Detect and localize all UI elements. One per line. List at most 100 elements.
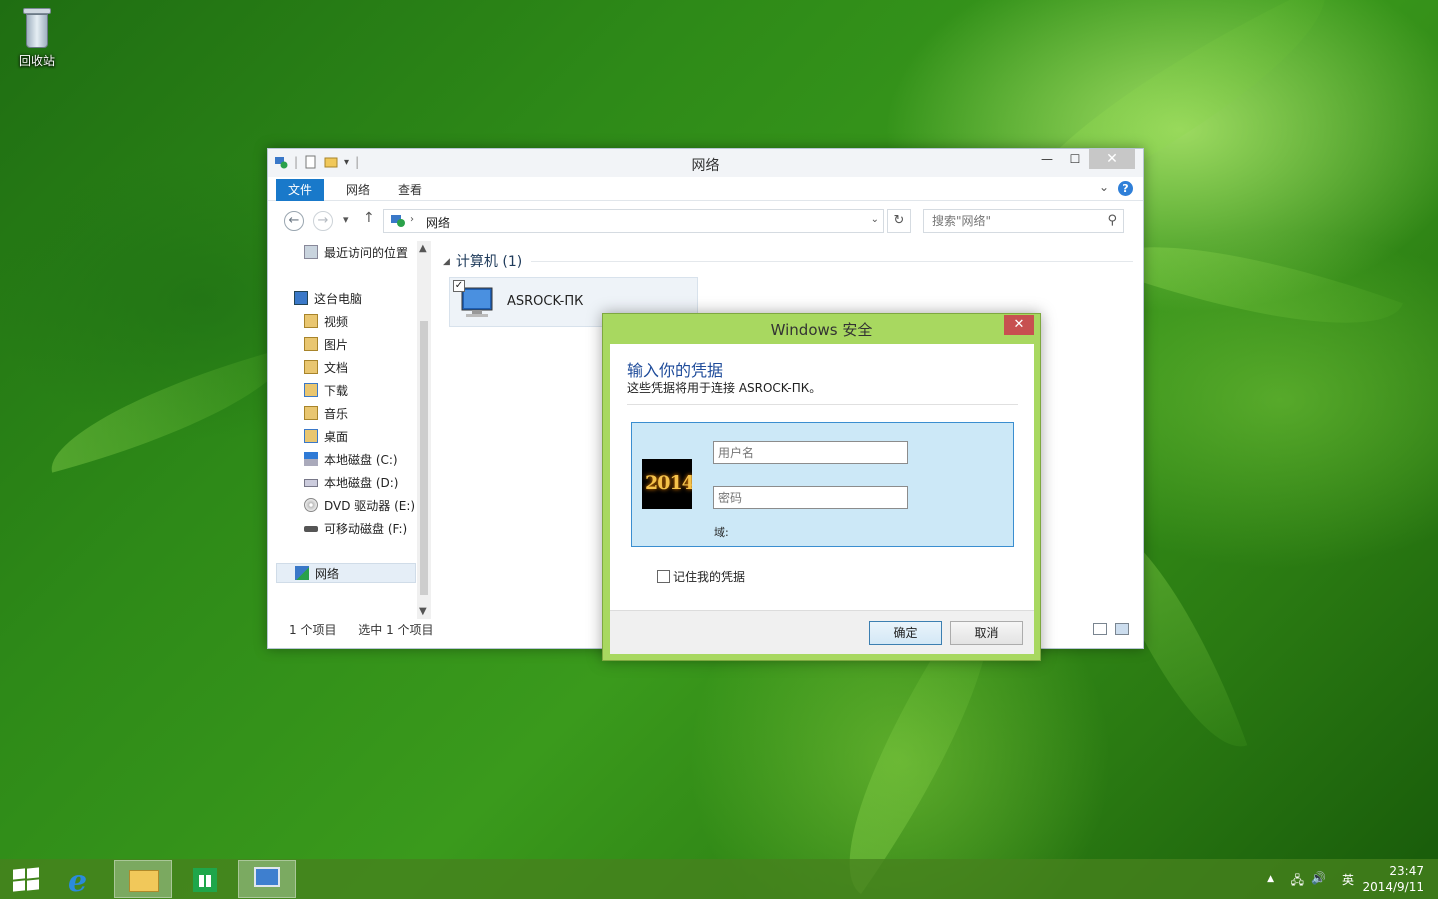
nav-item-downloads[interactable]: 下载 — [304, 381, 348, 401]
network-icon — [391, 215, 405, 227]
nav-item-local-disk-d[interactable]: 本地磁盘 (D:) — [304, 473, 398, 493]
remember-credentials[interactable]: 记住我的凭据 — [657, 568, 745, 585]
nav-item-this-pc[interactable]: 这台电脑 — [294, 289, 362, 309]
network-computer-icon — [254, 867, 280, 887]
nav-item-network[interactable]: 网络 — [276, 563, 416, 583]
recent-locations-icon[interactable]: ▾ — [343, 213, 349, 226]
start-button[interactable] — [0, 860, 58, 898]
pictures-folder-icon — [304, 337, 318, 351]
tab-network[interactable]: 网络 — [334, 179, 382, 201]
breadcrumb[interactable]: 网络 — [426, 214, 450, 231]
group-header[interactable]: ◢ 计算机 (1) — [443, 251, 1133, 271]
taskbar: e ▲ 🖧 🔊 英 23:47 2014/9/11 — [0, 859, 1438, 899]
dialog-subtitle: 这些凭据将用于连接 ASROCK-ПК。 — [627, 381, 822, 395]
store-icon — [193, 868, 217, 892]
scroll-up-icon[interactable]: ▲ — [419, 243, 427, 254]
close-button[interactable]: ✕ — [1089, 149, 1135, 169]
item-count: 1 个项目 — [289, 623, 337, 637]
tab-view[interactable]: 查看 — [386, 179, 434, 201]
search-icon[interactable]: ⚲ — [1107, 213, 1117, 228]
tab-file[interactable]: 文件 — [276, 179, 325, 201]
address-dropdown-icon[interactable]: ⌄ — [871, 214, 879, 225]
large-icons-view-icon[interactable] — [1115, 623, 1129, 635]
remember-label: 记住我的凭据 — [673, 570, 746, 584]
dialog-heading: 输入你的凭据 — [627, 361, 724, 380]
collapse-arrow-icon[interactable]: ◢ — [443, 257, 450, 267]
forward-button[interactable]: → — [313, 211, 333, 231]
maximize-button[interactable]: ☐ — [1061, 149, 1089, 169]
music-folder-icon — [304, 406, 318, 420]
window-title: 网络 — [691, 158, 720, 174]
system-drive-icon — [304, 452, 318, 466]
taskbar-file-explorer[interactable] — [114, 860, 172, 898]
recycle-bin-label: 回收站 — [18, 54, 55, 68]
removable-drive-icon — [304, 526, 318, 532]
dialog-close-button[interactable]: ✕ — [1004, 315, 1034, 335]
clock-time: 23:47 — [1389, 864, 1424, 878]
ribbon: 文件 网络 查看 ⌄ ? — [268, 177, 1143, 201]
dvd-icon — [304, 498, 318, 512]
nav-item-dvd-drive[interactable]: DVD 驱动器 (E:) — [304, 496, 415, 516]
recent-places-icon — [304, 245, 318, 259]
clock[interactable]: 23:47 2014/9/11 — [1362, 863, 1424, 895]
selected-count: 选中 1 个项目 — [358, 623, 434, 637]
input-method-indicator[interactable]: 英 — [1342, 871, 1354, 888]
volume-icon[interactable]: 🔊 — [1311, 871, 1326, 885]
computer-icon — [294, 291, 308, 305]
hard-drive-icon — [304, 479, 318, 487]
show-hidden-icons-icon[interactable]: ▲ — [1267, 874, 1274, 884]
ok-button[interactable]: 确定 — [869, 621, 942, 645]
scroll-thumb[interactable] — [420, 321, 428, 595]
internet-explorer-icon: e — [68, 864, 88, 899]
back-button[interactable]: ← — [284, 211, 304, 231]
network-icon — [295, 566, 309, 580]
explorer-titlebar[interactable]: | ▾ | 网络 — ☐ ✕ — [268, 149, 1143, 177]
nav-item-desktop[interactable]: 桌面 — [304, 427, 348, 447]
computer-name: ASROCK-ПК — [507, 294, 584, 309]
nav-scrollbar[interactable]: ▲ ▼ — [417, 241, 431, 619]
search-input[interactable] — [924, 210, 1094, 232]
expand-ribbon-icon[interactable]: ⌄ — [1099, 180, 1109, 194]
details-view-icon[interactable] — [1093, 623, 1107, 635]
domain-label: 域: — [714, 526, 729, 539]
nav-item-music[interactable]: 音乐 — [304, 404, 348, 424]
avatar-year: 2014 — [645, 472, 692, 494]
remember-checkbox[interactable] — [657, 570, 670, 583]
navigation-pane: 最近访问的位置 这台电脑 视频 图片 文档 下载 音乐 桌面 本地磁盘 (C:)… — [276, 241, 431, 621]
username-input[interactable] — [714, 442, 907, 463]
dialog-title: Windows 安全 — [770, 321, 873, 339]
breadcrumb-separator-icon[interactable]: › — [410, 214, 414, 225]
item-checkbox[interactable]: ✓ — [453, 280, 465, 292]
nav-item-removable-disk[interactable]: 可移动磁盘 (F:) — [304, 519, 407, 539]
credential-tile[interactable]: 2014 域: — [631, 422, 1014, 547]
taskbar-internet-explorer[interactable]: e — [54, 860, 112, 899]
scroll-down-icon[interactable]: ▼ — [419, 606, 427, 617]
documents-folder-icon — [304, 360, 318, 374]
nav-item-recent-places[interactable]: 最近访问的位置 — [304, 243, 408, 263]
nav-item-videos[interactable]: 视频 — [304, 312, 348, 332]
recycle-bin-icon — [19, 6, 55, 50]
downloads-folder-icon — [304, 383, 318, 397]
cancel-button[interactable]: 取消 — [950, 621, 1023, 645]
network-status-icon[interactable]: 🖧 — [1291, 871, 1304, 892]
address-box[interactable]: › 网络 ⌄ — [383, 209, 884, 233]
recycle-bin-desktop-icon[interactable]: 回收站 — [10, 6, 64, 69]
minimize-button[interactable]: — — [1033, 149, 1061, 169]
help-icon[interactable]: ? — [1118, 181, 1133, 196]
refresh-button[interactable]: ↻ — [887, 209, 911, 233]
nav-item-pictures[interactable]: 图片 — [304, 335, 348, 355]
password-input[interactable] — [714, 487, 907, 508]
up-button[interactable]: ↑ — [363, 210, 375, 226]
dialog-footer: 确定 取消 — [610, 610, 1034, 654]
taskbar-store[interactable] — [176, 860, 234, 898]
status-bar: 1 个项目 选中 1 个项目 — [289, 621, 452, 638]
file-explorer-icon — [129, 870, 159, 892]
search-box[interactable]: ⚲ — [923, 209, 1124, 233]
desktop-folder-icon — [304, 429, 318, 443]
nav-item-documents[interactable]: 文档 — [304, 358, 348, 378]
taskbar-network-window[interactable] — [238, 860, 296, 898]
password-field[interactable] — [713, 486, 908, 509]
dialog-body: 输入你的凭据 这些凭据将用于连接 ASROCK-ПК。 2014 域: 记住我的… — [610, 344, 1034, 654]
username-field[interactable] — [713, 441, 908, 464]
nav-item-local-disk-c[interactable]: 本地磁盘 (C:) — [304, 450, 398, 470]
